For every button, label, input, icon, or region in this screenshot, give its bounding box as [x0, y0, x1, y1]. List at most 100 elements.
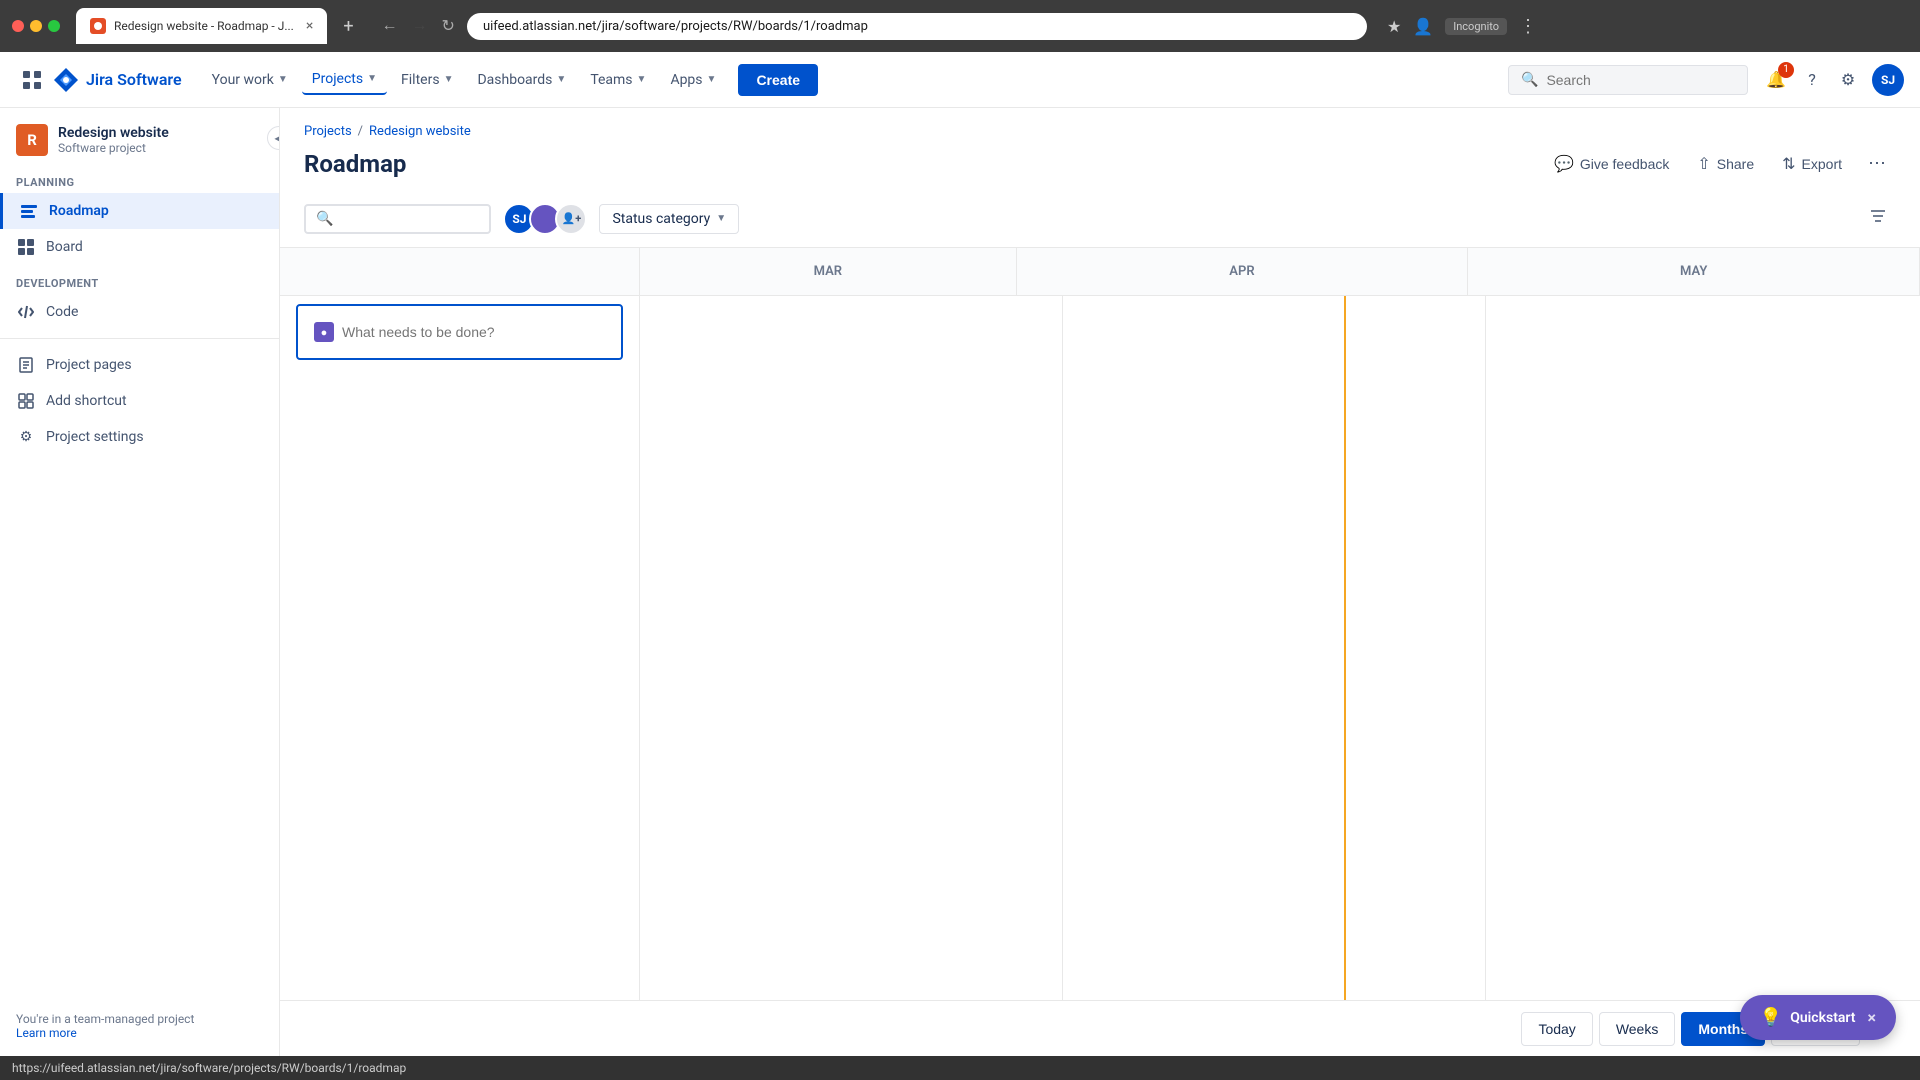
gantt-month-may: MAY [1468, 248, 1920, 295]
help-btn[interactable]: ? [1796, 64, 1828, 96]
win-close[interactable] [12, 20, 24, 32]
learn-more-link[interactable]: Learn more [16, 1026, 77, 1040]
avatar-group-btn[interactable]: 👤+ [555, 203, 587, 235]
breadcrumb-project-name[interactable]: Redesign website [369, 124, 471, 139]
give-feedback-btn[interactable]: 💬 Give feedback [1542, 148, 1681, 180]
breadcrumb: Projects / Redesign website [280, 108, 1920, 143]
sidebar-item-code[interactable]: Code [0, 294, 279, 330]
epic-create-row[interactable]: ● [296, 304, 623, 360]
project-settings-label: Project settings [46, 429, 144, 445]
project-pages-label: Project pages [46, 357, 132, 373]
address-bar[interactable]: uifeed.atlassian.net/jira/software/proje… [467, 13, 1367, 40]
settings-btn[interactable]: ⚙ [1832, 64, 1864, 96]
nav-your-work[interactable]: Your work ▼ [202, 66, 298, 94]
search-input[interactable] [1546, 72, 1735, 88]
more-options-icon[interactable]: ⋮ [1519, 16, 1537, 37]
gantt-month-mar: MAR [640, 248, 1017, 295]
project-type: Software project [58, 141, 263, 155]
gantt-body [640, 296, 1920, 1000]
weeks-btn[interactable]: Weeks [1599, 1012, 1676, 1046]
gantt-right-panel: MAR APR MAY [640, 248, 1920, 1000]
search-icon: 🔍 [1521, 72, 1538, 88]
quickstart-icon: 💡 [1760, 1007, 1782, 1028]
bookmark-icon[interactable]: ★ [1387, 17, 1401, 36]
apps-chevron: ▼ [707, 74, 717, 85]
project-settings-icon: ⚙ [16, 427, 36, 447]
gantt-left-panel: ● [280, 248, 640, 1000]
roadmap-search-input[interactable] [339, 211, 479, 227]
sidebar-item-board[interactable]: Board [0, 229, 279, 265]
forward-btn[interactable]: → [408, 13, 432, 39]
sidebar-divider [0, 338, 279, 339]
sidebar-item-roadmap[interactable]: Roadmap [0, 193, 279, 229]
epic-icon: ● [314, 322, 334, 342]
roadmap-label: Roadmap [49, 203, 109, 219]
notification-badge: 1 [1778, 62, 1794, 78]
avatar-group: SJ 👤+ [503, 203, 587, 235]
nav-teams[interactable]: Teams ▼ [580, 66, 656, 94]
code-label: Code [46, 304, 78, 320]
today-btn[interactable]: Today [1521, 1012, 1592, 1046]
add-shortcut-icon [16, 391, 36, 411]
win-min[interactable] [30, 20, 42, 32]
browser-tab-active[interactable]: Redesign website - Roadmap - J... × [76, 8, 327, 44]
add-shortcut-label: Add shortcut [46, 393, 127, 409]
new-tab-button[interactable]: + [335, 12, 361, 41]
col-divider-2 [1485, 296, 1486, 1000]
tab-favicon [90, 18, 106, 34]
breadcrumb-projects[interactable]: Projects [304, 124, 352, 139]
col-divider-1 [1062, 296, 1063, 1000]
back-btn[interactable]: ← [378, 13, 402, 39]
quickstart-close-btn[interactable]: × [1868, 1008, 1877, 1027]
app-switcher-btn[interactable] [16, 64, 48, 96]
your-work-chevron: ▼ [278, 74, 288, 85]
teams-chevron: ▼ [637, 74, 647, 85]
tab-close-btn[interactable]: × [306, 18, 313, 34]
project-pages-icon [16, 355, 36, 375]
nav-apps[interactable]: Apps ▼ [660, 66, 726, 94]
create-button[interactable]: Create [738, 64, 818, 96]
gantt-months-header: MAR APR MAY [640, 248, 1920, 296]
sidebar-item-project-settings[interactable]: ⚙ Project settings [0, 419, 279, 455]
status-category-chevron: ▼ [716, 213, 726, 224]
team-managed-text: You're in a team-managed project [16, 1012, 263, 1026]
roadmap-search[interactable]: 🔍 [304, 204, 491, 234]
status-bar: https://uifeed.atlassian.net/jira/softwa… [0, 1056, 1920, 1080]
project-header: R Redesign website Software project ◀ [0, 108, 279, 168]
win-max[interactable] [48, 20, 60, 32]
share-btn[interactable]: ⇧ Share [1685, 148, 1766, 180]
breadcrumb-sep1: / [358, 124, 363, 139]
filter-settings-btn[interactable] [1860, 200, 1896, 237]
projects-chevron: ▼ [367, 73, 377, 84]
user-avatar[interactable]: SJ [1872, 64, 1904, 96]
status-category-filter[interactable]: Status category ▼ [599, 204, 739, 234]
more-actions-btn[interactable]: ⋯ [1858, 147, 1896, 180]
nav-dashboards[interactable]: Dashboards ▼ [467, 66, 576, 94]
browser-nav: ← → ↻ [378, 12, 459, 40]
share-icon: ⇧ [1697, 154, 1710, 174]
jira-logo[interactable]: Jira Software [52, 66, 182, 94]
browser-chrome: Redesign website - Roadmap - J... × + ← … [0, 0, 1920, 52]
page-title: Roadmap [304, 150, 1542, 178]
sidebar-item-add-shortcut[interactable]: Add shortcut [0, 383, 279, 419]
development-section-label: DEVELOPMENT [0, 265, 279, 294]
sidebar-collapse-btn[interactable]: ◀ [267, 126, 280, 150]
filters-chevron: ▼ [444, 74, 454, 85]
nav-filters[interactable]: Filters ▼ [391, 66, 463, 94]
top-navigation: Jira Software Your work ▼ Projects ▼ Fil… [0, 52, 1920, 108]
export-icon: ⇅ [1782, 154, 1795, 174]
status-category-label: Status category [612, 211, 710, 227]
quickstart-btn[interactable]: 💡 Quickstart × [1740, 995, 1896, 1040]
sidebar-item-project-pages[interactable]: Project pages [0, 347, 279, 383]
epic-input[interactable] [342, 324, 605, 340]
nav-projects[interactable]: Projects ▼ [302, 65, 387, 95]
search-bar[interactable]: 🔍 [1508, 65, 1748, 95]
jira-logo-text: Jira Software [86, 70, 182, 89]
notification-btn[interactable]: 🔔 1 [1760, 64, 1792, 96]
profile-icon[interactable]: 👤 [1413, 17, 1433, 36]
incognito-badge: Incognito [1445, 18, 1507, 35]
reload-btn[interactable]: ↻ [438, 12, 459, 40]
export-btn[interactable]: ⇅ Export [1770, 148, 1854, 180]
roadmap-gantt: ● MAR APR MAY [280, 248, 1920, 1000]
sidebar: R Redesign website Software project ◀ PL… [0, 108, 280, 1056]
